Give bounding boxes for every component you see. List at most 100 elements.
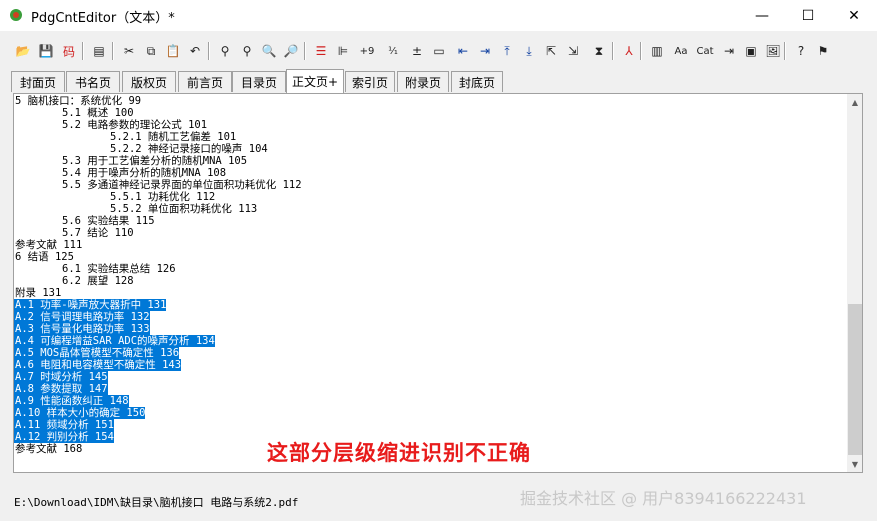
text-line[interactable]: 5.5.1 功耗优化 112 [14, 191, 847, 203]
line-text: 5.2 电路参数的理论公式 101 [62, 119, 208, 131]
maximize-button[interactable]: ☐ [785, 0, 831, 31]
page-number-icon[interactable]: ¹⁄₁ [382, 40, 404, 62]
text-line[interactable]: 5.2 电路参数的理论公式 101 [14, 119, 847, 131]
document-icon[interactable]: ▭ [428, 40, 450, 62]
open-folder-icon[interactable]: 📂 [12, 40, 34, 62]
text-line[interactable]: A.10 样本大小的确定 150 [14, 407, 847, 419]
line-text: A.11 频域分析 151 [14, 419, 114, 431]
text-line[interactable]: A.1 功率-噪声放大器折中 131 [14, 299, 847, 311]
save-icon[interactable]: 💾 [35, 40, 57, 62]
about-icon[interactable]: ⚑ [812, 40, 834, 62]
text-line[interactable]: 5 脑机接口：系统优化 99 [14, 95, 847, 107]
tab-7[interactable]: 索引页 [345, 71, 395, 92]
text-line[interactable]: A.4 可编程增益SAR ADC的噪声分析 134 [14, 335, 847, 347]
find-page-icon[interactable]: 🔎 [280, 40, 302, 62]
text-line[interactable]: 5.7 结论 110 [14, 227, 847, 239]
editor-lines[interactable]: 5 脑机接口：系统优化 99 5.1 概述 100 5.2 电路参数的理论公式 10… [14, 95, 847, 455]
text-line[interactable]: 5.6 实验结果 115 [14, 215, 847, 227]
tab-2[interactable]: 书名页 [66, 71, 120, 92]
tab-3[interactable]: 版权页 [122, 71, 176, 92]
text-line[interactable]: A.11 频域分析 151 [14, 419, 847, 431]
font-icon[interactable]: Aa [670, 40, 692, 62]
scrollbar-thumb[interactable] [848, 304, 862, 455]
window-icon[interactable]: ▣ [740, 40, 762, 62]
toolbar-separator [612, 42, 614, 60]
text-line[interactable]: A.2 信号调理电路功率 132 [14, 311, 847, 323]
help-icon[interactable]: ? [790, 40, 812, 62]
text-line[interactable]: 6.1 实验结果总结 126 [14, 263, 847, 275]
replace-icon[interactable]: 🔍 [258, 40, 280, 62]
pdf-icon[interactable]: ⅄ [618, 40, 640, 62]
text-editor[interactable]: 5 脑机接口：系统优化 99 5.1 概述 100 5.2 电路参数的理论公式 10… [13, 93, 863, 473]
image-icon[interactable]: 🖼 [762, 40, 784, 62]
text-line[interactable]: 6 结语 125 [14, 251, 847, 263]
toolbar-separator [112, 42, 114, 60]
text-line[interactable]: A.3 信号量化电路功率 133 [14, 323, 847, 335]
text-line[interactable]: A.6 电阻和电容模型不确定性 143 [14, 359, 847, 371]
minimize-icon: — [755, 7, 769, 24]
plus-minus-icon[interactable]: ± [406, 40, 428, 62]
tab-1[interactable]: 封面页 [11, 71, 65, 92]
scroll-down-icon[interactable]: ▼ [847, 456, 862, 472]
minimize-button[interactable]: — [739, 0, 785, 31]
text-line[interactable]: A.9 性能函数纠正 148 [14, 395, 847, 407]
find-next-icon[interactable]: ⚲ [236, 40, 258, 62]
indent-increase-icon[interactable]: ⇥ [474, 40, 496, 62]
line-text: 5.3 用于工艺偏差分析的随机MNA 105 [62, 155, 248, 167]
line-text: 5.1 概述 100 [62, 107, 134, 119]
outline-icon[interactable]: ▤ [88, 40, 110, 62]
text-line[interactable]: 5.2.1 随机工艺偏差 101 [14, 131, 847, 143]
line-text: 5.4 用于噪声分析的随机MNA 108 [62, 167, 227, 179]
cut-icon[interactable]: ✂ [118, 40, 140, 62]
text-line[interactable]: 5.5.2 单位面积功耗优化 113 [14, 203, 847, 215]
tab-6[interactable]: 正文页+ [286, 69, 344, 93]
move-down-icon[interactable]: ⤓ [518, 40, 540, 62]
tab-8[interactable]: 附录页 [397, 71, 449, 92]
tab-5[interactable]: 目录页 [232, 71, 286, 92]
indent-decrease-icon[interactable]: ⇤ [452, 40, 474, 62]
cat-icon[interactable]: Cat [694, 40, 716, 62]
copy-icon[interactable]: ⧉ [140, 40, 162, 62]
align-left-icon[interactable]: ☰ [310, 40, 332, 62]
line-text: 5.2.1 随机工艺偏差 101 [110, 131, 237, 143]
fit-icon[interactable]: ⧗ [588, 40, 610, 62]
close-button[interactable]: ✕ [831, 0, 877, 31]
line-text: 附录 131 [15, 287, 62, 299]
columns-icon[interactable]: ▥ [646, 40, 668, 62]
text-line[interactable]: A.8 参数提取 147 [14, 383, 847, 395]
level-up-icon[interactable]: ⇱ [540, 40, 562, 62]
watermark: 掘金技术社区 @ 用户8394166222431 [520, 489, 807, 508]
add-page-number-icon[interactable]: +9 [356, 40, 378, 62]
toolbar-separator [208, 42, 210, 60]
paste-icon[interactable]: 📋 [162, 40, 184, 62]
scroll-up-icon[interactable]: ▲ [847, 94, 862, 110]
align-icon[interactable]: ⊫ [332, 40, 354, 62]
text-line[interactable]: A.5 MOS晶体管模型不确定性 136 [14, 347, 847, 359]
line-text: 6 结语 125 [15, 251, 74, 263]
text-line[interactable]: 5.2.2 神经记录接口的噪声 104 [14, 143, 847, 155]
line-text: A.3 信号量化电路功率 133 [14, 323, 150, 335]
text-line[interactable]: 5.3 用于工艺偏差分析的随机MNA 105 [14, 155, 847, 167]
text-line[interactable]: 参考文献 111 [14, 239, 847, 251]
line-text: A.4 可编程增益SAR ADC的噪声分析 134 [14, 335, 215, 347]
encoding-icon[interactable]: 码 [58, 40, 80, 62]
text-line[interactable]: 5.4 用于噪声分析的随机MNA 108 [14, 167, 847, 179]
move-up-icon[interactable]: ⤒ [496, 40, 518, 62]
undo-icon[interactable]: ↶ [184, 40, 206, 62]
vertical-scrollbar[interactable]: ▲ ▼ [847, 94, 862, 472]
title-bar[interactable]: PdgCntEditor（文本）* — ☐ ✕ [0, 0, 877, 31]
red-annotation: 这部分层级缩进识别不正确 [267, 441, 531, 465]
insert-icon[interactable]: ⇥ [718, 40, 740, 62]
text-line[interactable]: 附录 131 [14, 287, 847, 299]
tab-4[interactable]: 前言页 [178, 71, 232, 92]
text-line[interactable]: 5.5 多通道神经记录界面的单位面积功耗优化 112 [14, 179, 847, 191]
maximize-icon: ☐ [801, 7, 815, 24]
level-down-icon[interactable]: ⇲ [562, 40, 584, 62]
tab-9[interactable]: 封底页 [451, 71, 503, 92]
text-line[interactable]: 6.2 展望 128 [14, 275, 847, 287]
text-line[interactable]: 5.1 概述 100 [14, 107, 847, 119]
toolbar-separator [82, 42, 84, 60]
find-icon[interactable]: ⚲ [214, 40, 236, 62]
text-line[interactable]: A.7 时域分析 145 [14, 371, 847, 383]
toolbar: 📂 💾 码 ▤ ✂ ⧉ 📋 ↶ ⚲ ⚲ 🔍 🔎 ☰ ⊫ +9 ¹⁄₁ ± ▭ ⇤ ⇥ ⤒ ⤓ ⇱ ⇲ ⧗ ⅄ ▥ Aa Cat ⇥ ▣ 🖼? ⚑ [0, 37, 877, 67]
